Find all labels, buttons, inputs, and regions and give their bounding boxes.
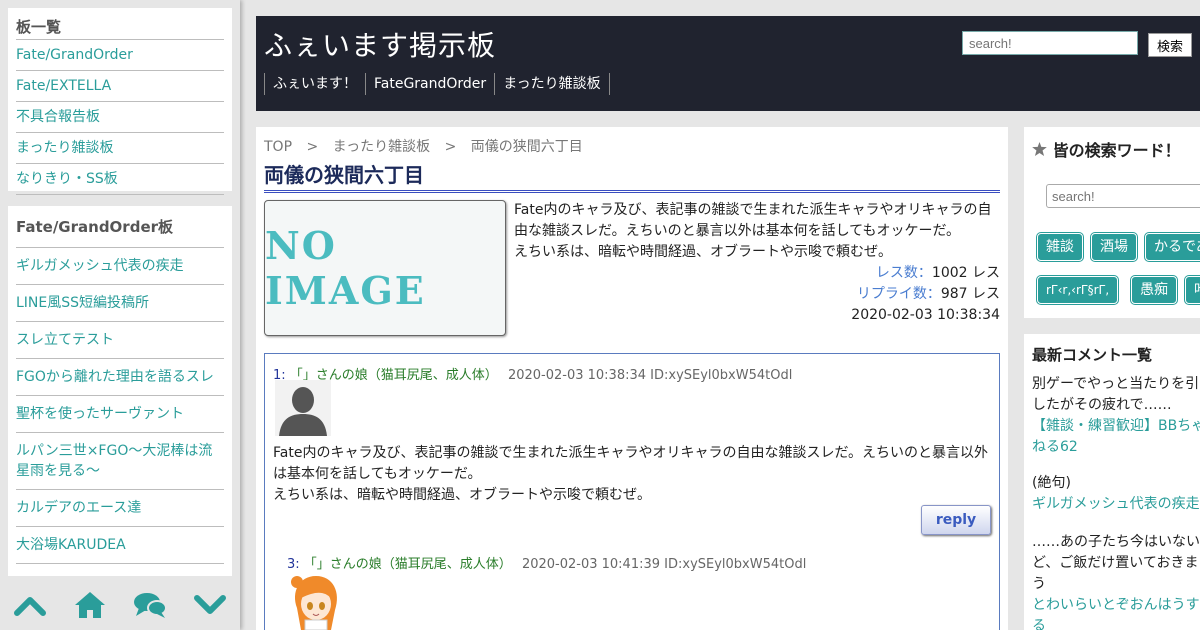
board-list-panel: 板一覧 Fate/GrandOrder Fate/EXTELLA 不具合報告板 … xyxy=(8,8,232,195)
reply-count: 987 レス xyxy=(940,286,1000,302)
board-link[interactable]: 不具合報告板 xyxy=(16,109,100,125)
nav-link-home[interactable]: ふぇいます！ xyxy=(264,73,365,95)
site-title[interactable]: ふぇいます掲示板 xyxy=(264,24,496,64)
fgo-thread-panel: Fate/GrandOrder板 ギルガメッシュ代表の疾走 LINE風SS短編投… xyxy=(8,206,232,576)
recent-comment-text: ……あの子たち今はいないけど、ご飯だけ置いておきましょう xyxy=(1032,534,1200,592)
search-tag[interactable]: 雑談 xyxy=(1037,233,1083,261)
post-body-line: Fate内のキャラ及び、表記事の雑談で生まれた派生キャラやオリキャラの自由な雑談… xyxy=(273,445,989,482)
post-meta: 2020-02-03 10:41:39 ID:xySEyl0bxW54tOdl xyxy=(521,557,807,572)
description-line: Fate内のキャラ及び、表記事の雑談で生まれた派生キャラやオリキャラの自由な雑談… xyxy=(514,202,992,239)
board-link[interactable]: Fate/GrandOrder xyxy=(16,47,133,63)
recent-comment: ……あの子たち今はいないけど、ご飯だけ置いておきましょう とわいらいとぞおんはう… xyxy=(1032,532,1200,630)
post-list: 1: 「」さんの娘（猫耳尻尾、成人体） 2020-02-03 10:38:34 … xyxy=(264,353,1000,630)
header-nav: ふぇいます！ FateGrandOrder まったり雑談板 xyxy=(264,73,610,95)
star-icon xyxy=(1032,141,1047,160)
thread-link[interactable]: ルパン三世×FGO～大泥棒は流星雨を見る～ xyxy=(16,443,212,479)
fgo-panel-title: Fate/GrandOrder板 xyxy=(16,218,174,236)
home-icon[interactable] xyxy=(70,585,110,625)
reply-count-label: リプライ数： xyxy=(856,286,941,302)
search-words-title: 皆の検索ワード！ xyxy=(1052,141,1181,160)
search-tag[interactable]: 叶 xyxy=(1185,276,1200,304)
avatar-character-icon xyxy=(287,570,345,630)
reply-button[interactable]: reply xyxy=(921,505,991,535)
search-words-heading: 皆の検索ワード！ xyxy=(1032,137,1181,161)
recent-comments-title: 最新コメント一覧 xyxy=(1032,346,1153,364)
bottom-nav xyxy=(0,580,240,630)
header-search-input[interactable] xyxy=(962,31,1138,55)
site-header: ふぇいます掲示板 ふぇいます！ FateGrandOrder まったり雑談板 検… xyxy=(256,16,1200,111)
thread-link[interactable]: FGOから離れた理由を語るスレ xyxy=(16,369,214,385)
search-tag[interactable]: 愚痴 xyxy=(1131,276,1177,304)
thread-thumbnail: NO IMAGE xyxy=(264,200,506,336)
board-link[interactable]: なりきり・SS板 xyxy=(16,171,118,187)
recent-comment-thread-link[interactable]: ギルガメッシュ代表の疾走 xyxy=(1032,496,1200,512)
main-content: TOP > まったり雑談板 > 両儀の狭間六丁目 両儀の狭間六丁目 NO IMA… xyxy=(256,127,1008,630)
chevron-down-icon[interactable] xyxy=(190,585,230,625)
breadcrumb-separator: > xyxy=(306,139,319,155)
no-image-text: NO IMAGE xyxy=(265,223,426,313)
recent-comment: 別ゲーでやっと当たりを引けましたがその疲れで…… 【雑談・練習歓迎】BBちゃんね… xyxy=(1032,374,1200,458)
thread-title: 両儀の狭間六丁目 xyxy=(264,159,1000,193)
nav-link-fgo[interactable]: FateGrandOrder xyxy=(365,73,494,95)
thread-link[interactable]: カルデアのエース達 xyxy=(16,500,141,516)
thread-link[interactable]: スレ立てテスト xyxy=(16,332,114,348)
search-tag[interactable]: かるであ xyxy=(1145,233,1200,261)
header-search-button[interactable]: 検索 xyxy=(1148,33,1192,57)
recent-comment-thread-link[interactable]: 【雑談・練習歓迎】BBちゃんねる62 xyxy=(1032,418,1200,455)
search-tag[interactable]: 酒場 xyxy=(1091,233,1137,261)
search-words-panel: 皆の検索ワード！ 雑談 酒場 かるであ rΓ‹r‚‹rΓ§rΓ‚ 愚痴 叶 xyxy=(1024,127,1200,318)
thread-link[interactable]: ギルガメッシュ代表の疾走 xyxy=(16,258,184,274)
thread-link[interactable]: 大浴場KARUDEA xyxy=(16,537,126,553)
chat-icon[interactable] xyxy=(130,585,170,625)
post-body-line: えちい系は、暗転や時間経過、オブラートや示唆で頼むぜ。 xyxy=(273,487,651,503)
thread-link[interactable]: LINE風SS短編投稿所 xyxy=(16,295,149,311)
thread-description: Fate内のキャラ及び、表記事の雑談で生まれた派生キャラやオリキャラの自由な雑談… xyxy=(514,200,1000,263)
search-tag[interactable]: rΓ‹r‚‹rΓ§rΓ‚ xyxy=(1037,276,1119,304)
avatar-silhouette-icon xyxy=(275,380,331,436)
post-header: 1: 「」さんの娘（猫耳尻尾、成人体） 2020-02-03 10:38:34 … xyxy=(273,364,792,383)
breadcrumb-top[interactable]: TOP xyxy=(264,139,292,155)
recent-comment-thread-link[interactable]: とわいらいとぞおんはうすである xyxy=(1032,597,1200,630)
breadcrumb-board[interactable]: まったり雑談板 xyxy=(333,139,430,155)
recent-comment: (絶句) ギルガメッシュ代表の疾走 xyxy=(1032,473,1200,515)
left-sidebar: 板一覧 Fate/GrandOrder Fate/EXTELLA 不具合報告板 … xyxy=(0,0,240,630)
recent-comment-text: 別ゲーでやっと当たりを引けましたがその疲れで…… xyxy=(1032,376,1200,413)
res-count-label: レス数： xyxy=(875,265,932,281)
sidebar-search-input[interactable] xyxy=(1046,184,1200,208)
breadcrumb: TOP > まったり雑談板 > 両儀の狭間六丁目 xyxy=(264,136,593,156)
breadcrumb-thread: 両儀の狭間六丁目 xyxy=(470,139,583,155)
thread-link[interactable]: 聖杯を使ったサーヴァント xyxy=(16,406,184,422)
recent-comments-panel: 最新コメント一覧 別ゲーでやっと当たりを引けましたがその疲れで…… 【雑談・練習… xyxy=(1024,334,1200,630)
board-link[interactable]: Fate/EXTELLA xyxy=(16,78,111,94)
res-count: 1002 レス xyxy=(931,265,1000,281)
chevron-up-icon[interactable] xyxy=(10,585,50,625)
breadcrumb-separator: > xyxy=(444,139,457,155)
description-line: えちい系は、暗転や時間経過、オブラートや示唆で頼むぜ。 xyxy=(514,244,892,260)
thread-created-date: 2020-02-03 10:38:34 xyxy=(851,307,1000,323)
post-body: Fate内のキャラ及び、表記事の雑談で生まれた派生キャラやオリキャラの自由な雑談… xyxy=(273,443,993,506)
post-header: 3: 「」さんの娘（猫耳尻尾、成人体） 2020-02-03 10:41:39 … xyxy=(287,553,806,572)
thread-stats: レス数：1002 レス リプライ数：987 レス 2020-02-03 10:3… xyxy=(851,263,1000,326)
board-list-title: 板一覧 xyxy=(16,18,62,36)
nav-link-chat-board[interactable]: まったり雑談板 xyxy=(494,73,610,95)
recent-comment-text: (絶句) xyxy=(1032,475,1071,491)
post-meta: 2020-02-03 10:38:34 ID:xySEyl0bxW54tOdl xyxy=(507,368,793,383)
board-link[interactable]: まったり雑談板 xyxy=(16,140,113,156)
